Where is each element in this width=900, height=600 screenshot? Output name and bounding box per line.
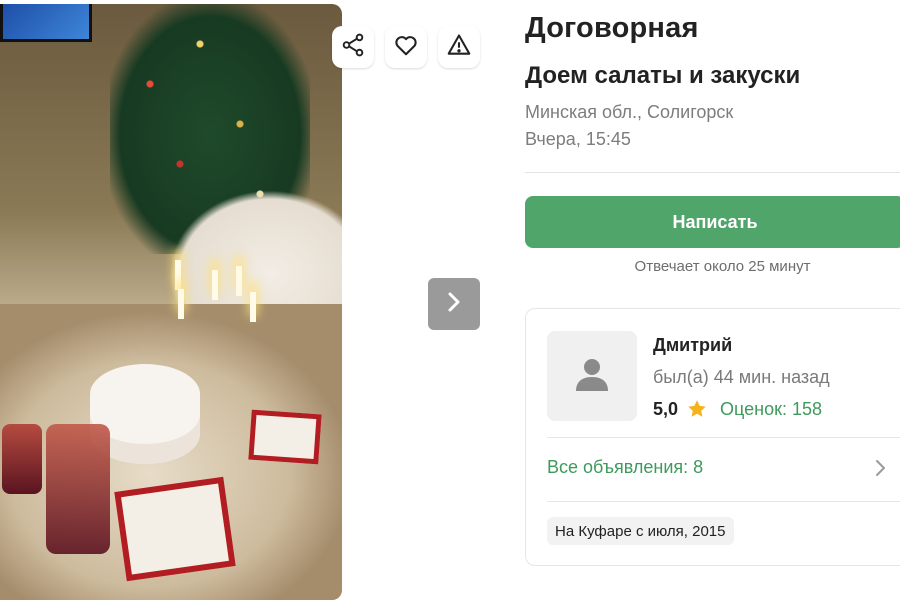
member-since-badge: На Куфаре с июля, 2015 (547, 517, 734, 545)
photo-tv (0, 4, 92, 42)
star-icon (686, 398, 708, 420)
next-photo-button[interactable] (428, 278, 480, 330)
chevron-right-icon[interactable] (874, 457, 888, 479)
listing-location: Минская обл., Солигорск (525, 102, 734, 122)
avatar[interactable] (547, 331, 637, 421)
share-button[interactable] (332, 26, 374, 68)
favorite-button[interactable] (385, 26, 427, 68)
seller-reviews-link[interactable]: Оценок: 158 (720, 399, 822, 420)
user-icon (571, 353, 613, 400)
listing-title: Доем салаты и закуски (525, 62, 801, 89)
seller-name[interactable]: Дмитрий (653, 335, 732, 356)
photo-jug (46, 424, 110, 554)
divider (547, 501, 900, 502)
seller-last-seen: был(а) 44 мин. назад (653, 367, 830, 387)
share-icon (340, 32, 366, 63)
all-ads-link[interactable]: Все объявления: 8 (547, 457, 703, 478)
photo-candle (178, 289, 184, 319)
divider (547, 437, 900, 438)
write-message-button[interactable]: Написать (525, 196, 900, 248)
photo-candle (175, 260, 181, 290)
heart-icon (393, 32, 419, 63)
reply-time-text: Отвечает около 25 минут (634, 258, 811, 275)
report-button[interactable] (438, 26, 480, 68)
chevron-right-icon (444, 290, 464, 319)
listing-price: Договорная (525, 12, 699, 44)
photo-napkin (114, 476, 236, 582)
seller-rating: 5,0 (653, 398, 679, 419)
photo-napkin (248, 409, 322, 465)
photo-candle (250, 292, 256, 322)
listing-date: Вчера, 15:45 (525, 129, 631, 149)
photo-glass (2, 424, 42, 494)
warning-icon (446, 32, 472, 63)
seller-rating-row: 5,0 Оценок: 158 (653, 398, 822, 420)
seller-card: Дмитрий был(а) 44 мин. назад 5,0 Оценок:… (525, 308, 900, 566)
photo-candle (212, 270, 218, 300)
divider (525, 172, 900, 173)
photo-candle (236, 266, 242, 296)
listing-photo[interactable] (0, 4, 342, 600)
